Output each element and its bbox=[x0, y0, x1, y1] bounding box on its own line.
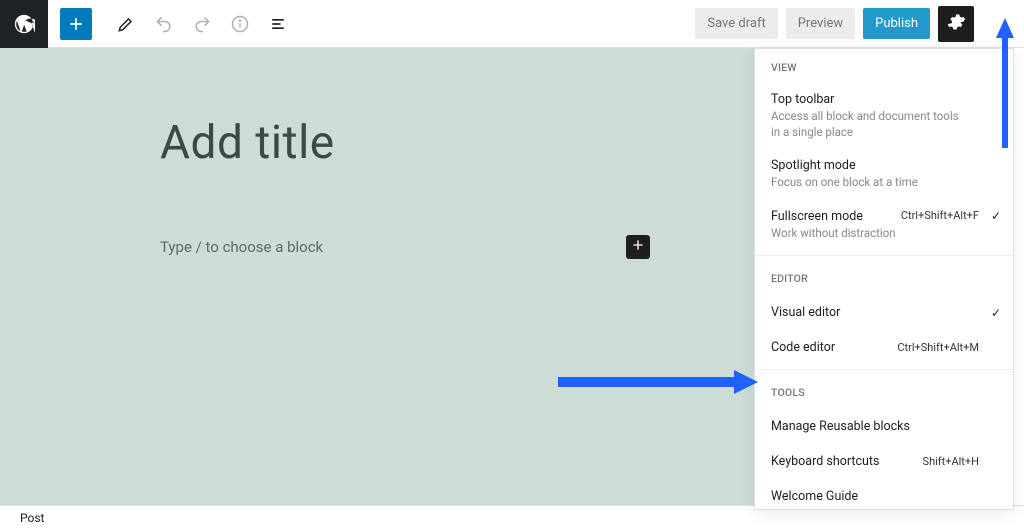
menu-item-label: Visual editor bbox=[771, 305, 840, 320]
menu-item-shortcut: Shift+Alt+H bbox=[923, 455, 979, 468]
menu-section-view: VIEW bbox=[755, 49, 1013, 84]
menu-separator bbox=[755, 369, 1013, 370]
menu-item-label: Top toolbar bbox=[771, 92, 997, 107]
menu-item-spotlight-mode[interactable]: Spotlight mode Focus on one block at a t… bbox=[755, 150, 1013, 201]
block-placeholder-row: Type / to choose a block bbox=[160, 235, 650, 259]
menu-section-editor: EDITOR bbox=[755, 260, 1013, 295]
post-title-input[interactable]: Add title bbox=[160, 116, 675, 170]
toolbar-right-group: Save draft Preview Publish bbox=[695, 6, 1024, 42]
menu-item-shortcut: Ctrl+Shift+Alt+F bbox=[901, 209, 979, 222]
add-block-button[interactable] bbox=[60, 8, 92, 40]
menu-item-desc: Work without distraction bbox=[771, 226, 961, 242]
settings-button[interactable] bbox=[938, 6, 974, 42]
menu-item-desc: Access all block and document tools in a… bbox=[771, 109, 961, 140]
breadcrumb[interactable]: Post bbox=[20, 511, 44, 525]
menu-item-label: Welcome Guide bbox=[771, 489, 858, 504]
toolbar-tools-group bbox=[100, 6, 304, 42]
menu-item-label: Manage Reusable blocks bbox=[771, 419, 910, 434]
save-draft-button[interactable]: Save draft bbox=[695, 8, 777, 39]
more-options-button[interactable] bbox=[982, 6, 1018, 42]
wordpress-logo[interactable] bbox=[0, 0, 48, 48]
inline-add-block-button[interactable] bbox=[626, 235, 650, 259]
menu-item-top-toolbar[interactable]: Top toolbar Access all block and documen… bbox=[755, 84, 1013, 150]
redo-button[interactable] bbox=[184, 6, 220, 42]
menu-item-keyboard-shortcuts[interactable]: Keyboard shortcuts Shift+Alt+H bbox=[755, 444, 1013, 479]
menu-item-manage-reusable-blocks[interactable]: Manage Reusable blocks bbox=[755, 409, 1013, 444]
menu-item-label: Keyboard shortcuts bbox=[771, 454, 879, 469]
preview-button[interactable]: Preview bbox=[786, 8, 855, 39]
menu-item-desc: Focus on one block at a time bbox=[771, 175, 961, 191]
menu-item-fullscreen-mode[interactable]: Fullscreen mode Work without distraction… bbox=[755, 201, 1013, 252]
menu-item-code-editor[interactable]: Code editor Ctrl+Shift+Alt+M bbox=[755, 330, 1013, 365]
menu-item-shortcut: Ctrl+Shift+Alt+M bbox=[897, 341, 979, 354]
menu-section-tools: TOOLS bbox=[755, 374, 1013, 409]
menu-item-visual-editor[interactable]: Visual editor ✓ bbox=[755, 295, 1013, 330]
check-icon: ✓ bbox=[991, 306, 1001, 320]
top-toolbar: Save draft Preview Publish bbox=[0, 0, 1024, 48]
publish-button[interactable]: Publish bbox=[863, 8, 930, 39]
editor-canvas: Add title Type / to choose a block bbox=[0, 48, 755, 513]
block-placeholder-input[interactable]: Type / to choose a block bbox=[160, 238, 610, 256]
plus-icon bbox=[630, 237, 646, 257]
undo-button[interactable] bbox=[146, 6, 182, 42]
info-button[interactable] bbox=[222, 6, 258, 42]
menu-separator bbox=[755, 255, 1013, 256]
outline-button[interactable] bbox=[260, 6, 296, 42]
edit-mode-button[interactable] bbox=[108, 6, 144, 42]
gear-icon bbox=[946, 12, 966, 36]
check-icon: ✓ bbox=[991, 209, 1001, 223]
more-options-menu: VIEW Top toolbar Access all block and do… bbox=[754, 48, 1014, 510]
menu-item-label: Code editor bbox=[771, 340, 835, 355]
menu-item-label: Spotlight mode bbox=[771, 158, 997, 173]
menu-item-welcome-guide[interactable]: Welcome Guide bbox=[755, 479, 1013, 510]
